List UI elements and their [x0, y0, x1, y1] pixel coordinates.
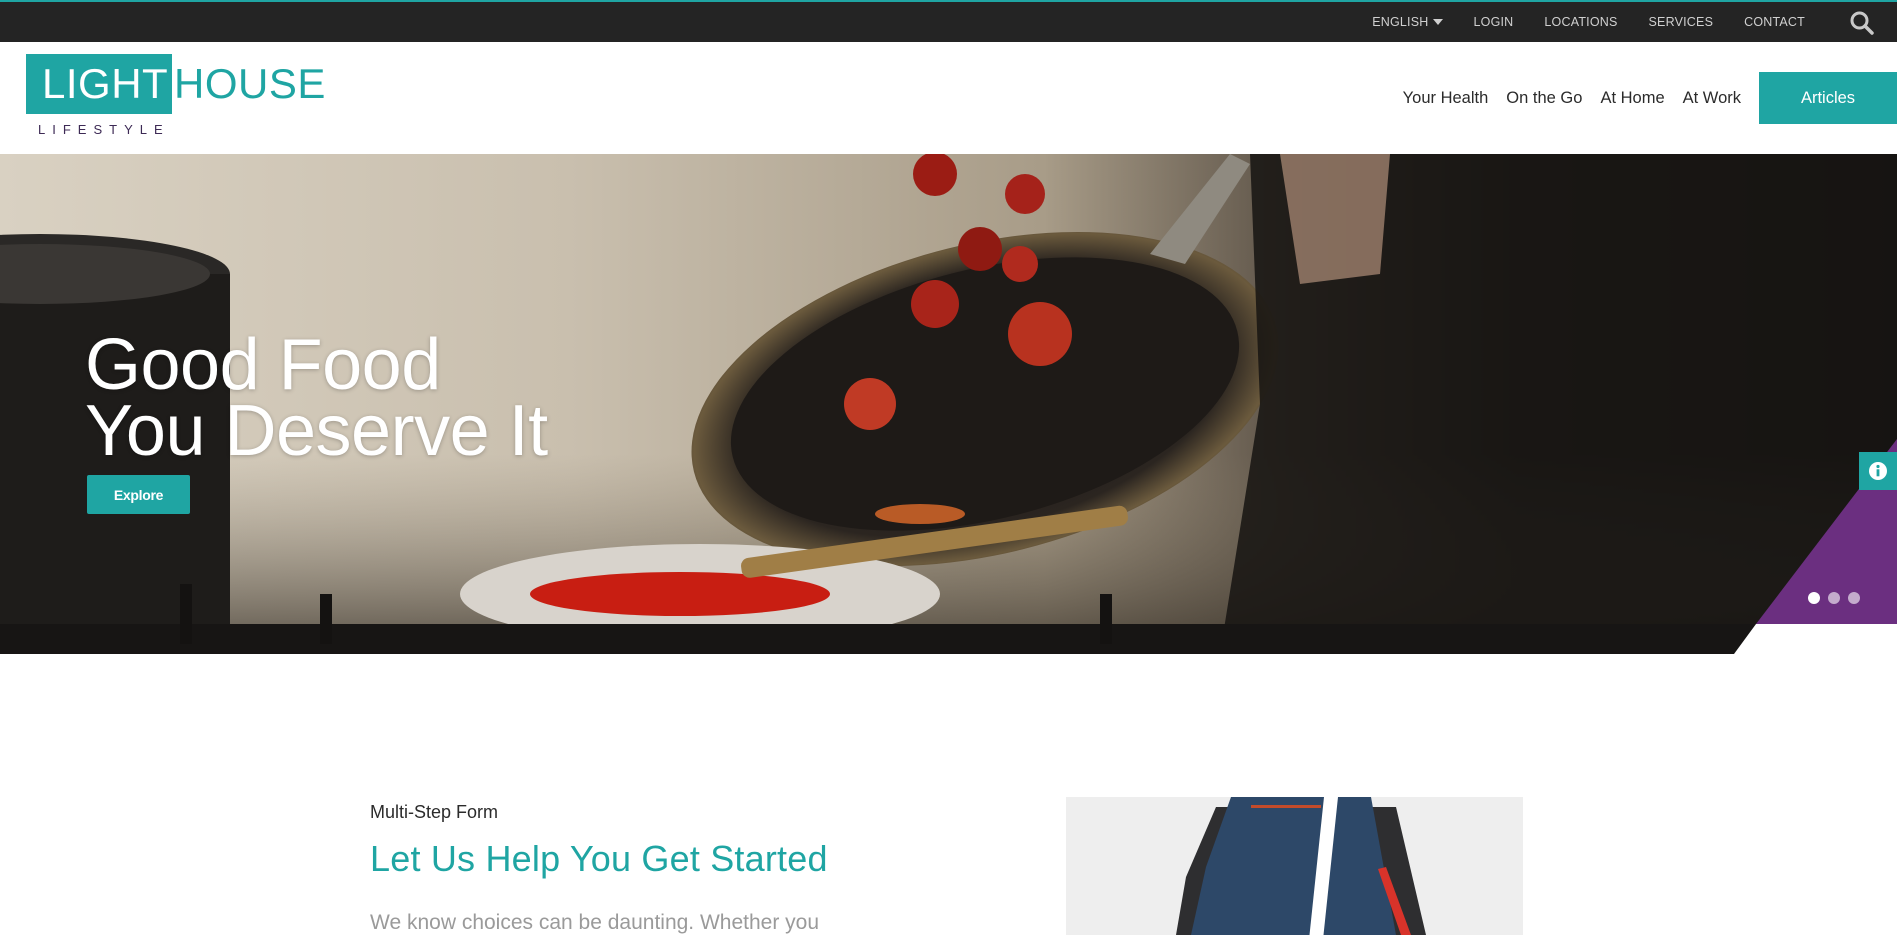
carousel-dot-2[interactable] [1828, 592, 1840, 604]
section-eyebrow: Multi-Step Form [370, 802, 499, 822]
site-logo[interactable]: LIGHT HOUSE LIFESTYLE [26, 54, 325, 144]
carousel-dot-3[interactable] [1848, 592, 1860, 604]
explore-button[interactable]: Explore [87, 475, 190, 514]
nav-at-home[interactable]: At Home [1600, 89, 1664, 108]
hero-title-line1: Good Food [85, 325, 441, 405]
section-title: Let Us Help You Get Started [370, 838, 828, 879]
carousel-dots [1808, 592, 1860, 604]
logo-house-text: HOUSE [174, 60, 326, 107]
carousel-dot-1[interactable] [1808, 592, 1820, 604]
language-label: ENGLISH [1372, 15, 1429, 29]
contact-link[interactable]: CONTACT [1744, 15, 1805, 29]
language-selector[interactable]: ENGLISH [1372, 15, 1443, 29]
hero-title-line2: You Deserve It [85, 391, 548, 471]
articles-button[interactable]: Articles [1759, 72, 1897, 124]
caret-down-icon [1432, 19, 1443, 25]
login-link[interactable]: LOGIN [1474, 15, 1514, 29]
site-header: LIGHT HOUSE LIFESTYLE Your Health On the… [0, 42, 1897, 154]
locations-link[interactable]: LOCATIONS [1544, 15, 1617, 29]
hero-carousel: Good Food You Deserve It Explore [0, 154, 1897, 654]
utility-nav: ENGLISH LOGIN LOCATIONS SERVICES CONTACT [1372, 2, 1805, 42]
nav-on-the-go[interactable]: On the Go [1506, 89, 1582, 108]
services-link[interactable]: SERVICES [1649, 15, 1714, 29]
nav-your-health[interactable]: Your Health [1403, 89, 1489, 108]
section-body: We know choices can be daunting. Whether… [370, 911, 820, 934]
main-nav: Your Health On the Go At Home At Work [1403, 42, 1741, 154]
hero-title: Good Food You Deserve It [85, 325, 548, 471]
top-utility-bar: ENGLISH LOGIN LOCATIONS SERVICES CONTACT [0, 0, 1897, 42]
info-icon[interactable] [1859, 452, 1897, 490]
search-icon[interactable] [1849, 10, 1875, 36]
logo-tagline: LIFESTYLE [38, 122, 170, 137]
nav-at-work[interactable]: At Work [1683, 89, 1741, 108]
product-image [1066, 797, 1523, 935]
logo-light-text: LIGHT [26, 54, 172, 114]
